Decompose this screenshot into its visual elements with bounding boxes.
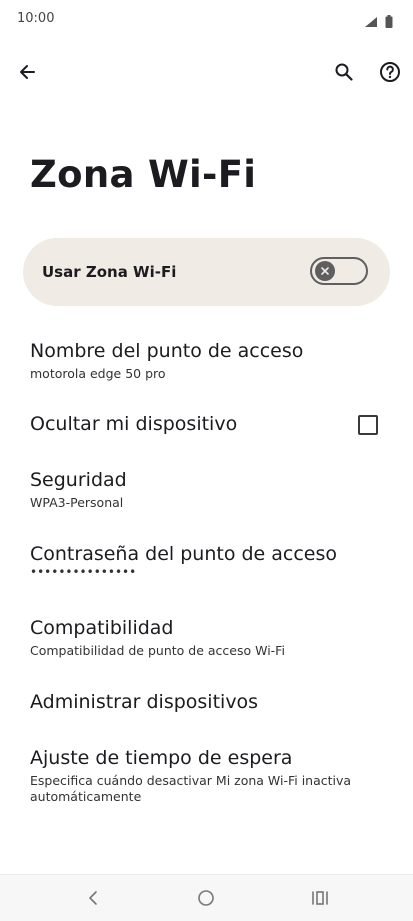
- setting-manage-devices[interactable]: Administrar dispositivos: [30, 691, 390, 713]
- setting-title: Ocultar mi dispositivo: [30, 413, 238, 435]
- system-nav-bar: [0, 874, 413, 921]
- password-mask: •••••••••••••••: [30, 565, 137, 579]
- switch-thumb: [315, 261, 335, 281]
- setting-title: Compatibilidad: [30, 617, 174, 639]
- setting-compatibility[interactable]: Compatibilidad Compatibilidad de punto d…: [30, 617, 390, 659]
- battery-icon: [385, 15, 393, 28]
- nav-home-icon: [198, 890, 214, 906]
- nav-home-button[interactable]: [186, 883, 226, 913]
- status-bar: 10:00: [0, 0, 413, 36]
- setting-hide-device[interactable]: Ocultar mi dispositivo: [30, 413, 390, 435]
- setting-security[interactable]: Seguridad WPA3-Personal: [30, 469, 390, 511]
- back-button[interactable]: [7, 52, 47, 92]
- setting-timeout[interactable]: Ajuste de tiempo de espera Especifica cu…: [30, 747, 390, 805]
- use-hotspot-toggle-card[interactable]: Usar Zona Wi-Fi: [23, 238, 390, 306]
- setting-subtitle: WPA3-Personal: [30, 495, 124, 510]
- close-icon: [321, 267, 329, 275]
- search-icon: [335, 63, 353, 81]
- arrow-back-icon: [20, 65, 35, 79]
- setting-title: Contraseña del punto de acceso: [30, 543, 338, 565]
- hide-device-checkbox[interactable]: [358, 415, 378, 435]
- setting-access-point-password[interactable]: Contraseña del punto de acceso •••••••••…: [30, 543, 390, 579]
- signal-icon: [364, 16, 377, 27]
- setting-subtitle: motorola edge 50 pro: [30, 366, 166, 381]
- nav-back-icon: [89, 891, 97, 905]
- setting-subtitle: Especifica cuándo desactivar Mi zona Wi-…: [30, 773, 352, 804]
- setting-title: Ajuste de tiempo de espera: [30, 747, 293, 769]
- help-button[interactable]: [370, 52, 410, 92]
- setting-title: Nombre del punto de acceso: [30, 340, 304, 362]
- setting-subtitle: Compatibilidad de punto de acceso Wi-Fi: [30, 643, 285, 658]
- nav-back-button[interactable]: [73, 883, 113, 913]
- search-button[interactable]: [324, 52, 364, 92]
- page-title: Zona Wi-Fi: [30, 153, 257, 196]
- help-icon: [380, 62, 400, 82]
- nav-recents-button[interactable]: [300, 883, 340, 913]
- top-app-bar: [0, 50, 413, 94]
- setting-title: Seguridad: [30, 469, 127, 491]
- setting-title: Administrar dispositivos: [30, 691, 259, 713]
- nav-recents-icon: [312, 891, 328, 905]
- use-hotspot-label: Usar Zona Wi-Fi: [42, 263, 177, 281]
- status-icons: [364, 11, 393, 30]
- setting-access-point-name[interactable]: Nombre del punto de acceso motorola edge…: [30, 340, 390, 382]
- status-time: 10:00: [17, 11, 55, 26]
- use-hotspot-switch[interactable]: [310, 257, 368, 285]
